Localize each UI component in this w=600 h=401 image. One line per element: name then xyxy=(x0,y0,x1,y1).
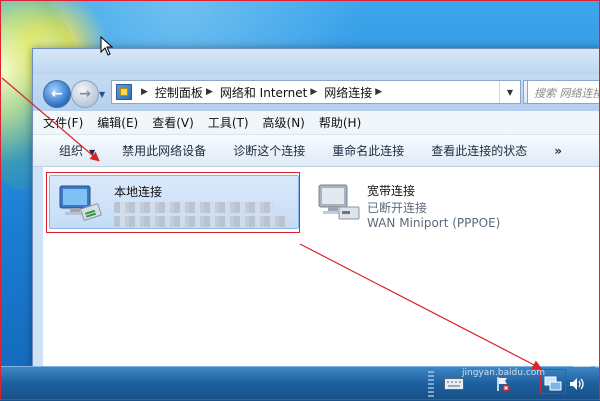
command-bar: 组织 ▼ 禁用此网络设备 诊断这个连接 重命名此连接 查看此连接的状态 » xyxy=(33,135,600,167)
address-bar[interactable]: ▶ 控制面板 ▶ 网络和 Internet ▶ 网络连接 ▶ ▼ xyxy=(111,80,521,104)
menu-view[interactable]: 查看(V) xyxy=(152,114,194,131)
redacted-status xyxy=(114,202,274,213)
forward-arrow-icon: → xyxy=(79,86,91,102)
chevron-down-icon: ▼ xyxy=(89,148,96,157)
menu-advanced[interactable]: 高级(N) xyxy=(263,114,305,131)
volume-icon[interactable] xyxy=(569,376,585,392)
disable-device-button[interactable]: 禁用此网络设备 xyxy=(122,142,206,159)
breadcrumb-separator: ▶ xyxy=(375,87,383,97)
connection-name: 宽带连接 xyxy=(367,184,416,198)
organize-button[interactable]: 组织 ▼ xyxy=(59,142,95,159)
mouse-cursor-icon xyxy=(100,35,114,59)
more-commands-button[interactable]: » xyxy=(554,144,562,158)
view-status-button[interactable]: 查看此连接的状态 xyxy=(431,142,527,159)
menu-edit[interactable]: 编辑(E) xyxy=(97,114,138,131)
keyboard-icon[interactable] xyxy=(444,376,464,392)
connection-name: 本地连接 xyxy=(114,185,163,199)
breadcrumb-separator: ▶ xyxy=(205,87,213,97)
menu-help[interactable]: 帮助(H) xyxy=(319,114,361,131)
connection-device: WAN Miniport (PPPOE) xyxy=(367,216,501,230)
forward-button[interactable]: → xyxy=(71,80,99,108)
breadcrumb-network-connections[interactable]: 网络连接 xyxy=(324,84,372,101)
search-input[interactable]: 搜索 网络连接 xyxy=(527,80,600,104)
search-field[interactable]: 搜索 网络连接 xyxy=(527,80,600,104)
redacted-device xyxy=(114,216,289,227)
broadband-connection-tile[interactable]: 宽带连接 已断开连接 WAN Miniport (PPPOE) xyxy=(311,175,551,230)
back-button[interactable]: ← xyxy=(43,80,71,108)
rename-connection-button[interactable]: 重命名此连接 xyxy=(332,142,404,159)
history-dropdown-icon[interactable]: ▼ xyxy=(99,90,105,99)
network-computer-icon xyxy=(58,184,102,224)
breadcrumb-separator: ▶ xyxy=(141,87,148,97)
menu-file[interactable]: 文件(F) xyxy=(43,114,83,131)
breadcrumb-separator: ▶ xyxy=(310,87,318,97)
network-computer-icon xyxy=(317,183,361,223)
control-panel-icon xyxy=(116,84,132,100)
back-arrow-icon: ← xyxy=(51,86,63,102)
diagnose-connection-button[interactable]: 诊断这个连接 xyxy=(233,142,305,159)
watermark: Baidu经验 jingyan.baidu.com xyxy=(462,339,600,378)
breadcrumb-network-internet[interactable]: 网络和 Internet xyxy=(220,84,307,101)
menu-bar: 文件(F) 编辑(E) 查看(V) 工具(T) 高级(N) 帮助(H) xyxy=(33,111,600,135)
window-titlebar xyxy=(33,49,600,75)
local-area-connection-tile[interactable]: 本地连接 xyxy=(49,175,299,229)
action-center-flag-icon[interactable] xyxy=(496,376,510,392)
breadcrumb-control-panel[interactable]: 控制面板 xyxy=(155,84,203,101)
tray-grip[interactable] xyxy=(428,371,434,397)
watermark-logo: Baidu经验 xyxy=(474,339,600,372)
connection-status: 已断开连接 xyxy=(367,201,428,215)
organize-label: 组织 xyxy=(59,144,84,158)
menu-tools[interactable]: 工具(T) xyxy=(208,114,249,131)
address-toolbar: ← → ▼ ▶ 控制面板 ▶ 网络和 Internet ▶ 网络连接 ▶ ▼ ⟳… xyxy=(33,75,600,111)
address-dropdown-icon[interactable]: ▼ xyxy=(499,81,520,103)
network-connections-window: ← → ▼ ▶ 控制面板 ▶ 网络和 Internet ▶ 网络连接 ▶ ▼ ⟳… xyxy=(32,48,600,368)
